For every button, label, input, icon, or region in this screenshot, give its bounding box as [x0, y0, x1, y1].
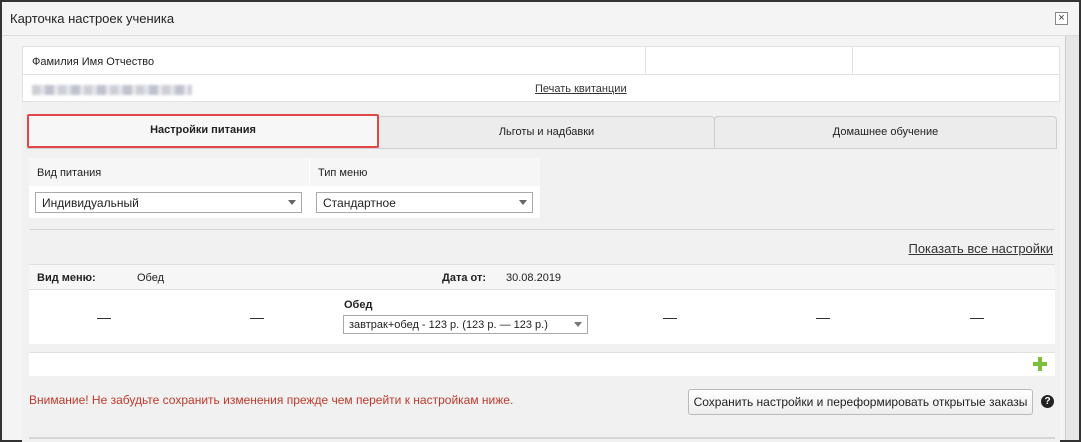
chevron-down-icon [288, 200, 296, 205]
dialog-content: Фамилия Имя Отчество Печать квитанции Ль… [22, 46, 1060, 442]
nutrition-type-value: Индивидуальный [42, 196, 139, 210]
date-from-label: Дата от: [442, 272, 487, 284]
nutrition-settings-pane: Вид питания Тип меню Индивидуальный Стан… [27, 149, 1057, 442]
empty-cell-dash: — [970, 309, 984, 325]
settings-tabs: Льготы и надбавки Домашнее обучение Наст… [27, 114, 1057, 148]
meal-select-value: завтрак+обед - 123 р. (123 р. — 123 р.) [349, 319, 548, 331]
help-icon[interactable]: ? [1041, 395, 1054, 408]
save-and-reform-orders-button[interactable]: Сохранить настройки и переформировать от… [688, 389, 1033, 415]
empty-cell-dash: — [250, 309, 264, 325]
chevron-down-icon [574, 322, 582, 327]
tab-home-schooling[interactable]: Домашнее обучение [714, 116, 1057, 148]
student-name-redacted [32, 85, 192, 95]
section-divider [29, 229, 1055, 230]
nutrition-type-label: Вид питания [29, 158, 309, 186]
close-icon[interactable]: × [1055, 12, 1068, 25]
plus-icon[interactable] [1033, 357, 1047, 371]
menu-settings-table: Вид меню: Обед Дата от: 30.08.2019 — — О… [29, 264, 1055, 344]
chevron-down-icon [519, 200, 527, 205]
meal-title: Обед [344, 299, 373, 311]
nutrition-selectors: Вид питания Тип меню Индивидуальный Стан… [29, 158, 540, 218]
section-divider [29, 437, 1055, 439]
tab-benefits[interactable]: Льготы и надбавки [378, 116, 715, 148]
meal-select[interactable]: завтрак+обед - 123 р. (123 р. — 123 р.) [343, 315, 588, 334]
menu-kind-label: Вид меню: [37, 272, 96, 284]
menu-settings-header: Вид меню: Обед Дата от: 30.08.2019 [29, 265, 1055, 290]
student-info-table: Фамилия Имя Отчество Печать квитанции [22, 46, 1060, 102]
tab-nutrition-settings[interactable]: Настройки питания [27, 114, 379, 148]
empty-cell-dash: — [816, 309, 830, 325]
add-row [29, 352, 1055, 376]
column-divider [852, 47, 853, 75]
show-all-settings-link[interactable]: Показать все настройки [908, 241, 1053, 256]
student-info-header: Фамилия Имя Отчество [23, 47, 1059, 75]
date-from-value: 30.08.2019 [506, 272, 562, 284]
column-divider [645, 47, 646, 75]
empty-cell-dash: — [663, 309, 677, 325]
dialog-window: Карточка настроек ученика × Фамилия Имя … [0, 0, 1081, 442]
scrollbar[interactable] [1065, 36, 1079, 440]
menu-type-select[interactable]: Стандартное [316, 192, 533, 213]
dialog-title: Карточка настроек ученика [10, 11, 175, 26]
save-warning-text: Внимание! Не забудьте сохранить изменени… [29, 393, 514, 407]
dialog-titlebar: Карточка настроек ученика × [2, 2, 1079, 36]
menu-type-value: Стандартное [323, 196, 396, 210]
menu-type-label: Тип меню [310, 158, 540, 186]
empty-cell-dash: — [97, 309, 111, 325]
menu-kind-value: Обед [137, 272, 165, 284]
nutrition-type-select[interactable]: Индивидуальный [35, 192, 302, 213]
print-receipt-link[interactable]: Печать квитанции [535, 83, 627, 95]
fio-label: Фамилия Имя Отчество [32, 56, 155, 68]
